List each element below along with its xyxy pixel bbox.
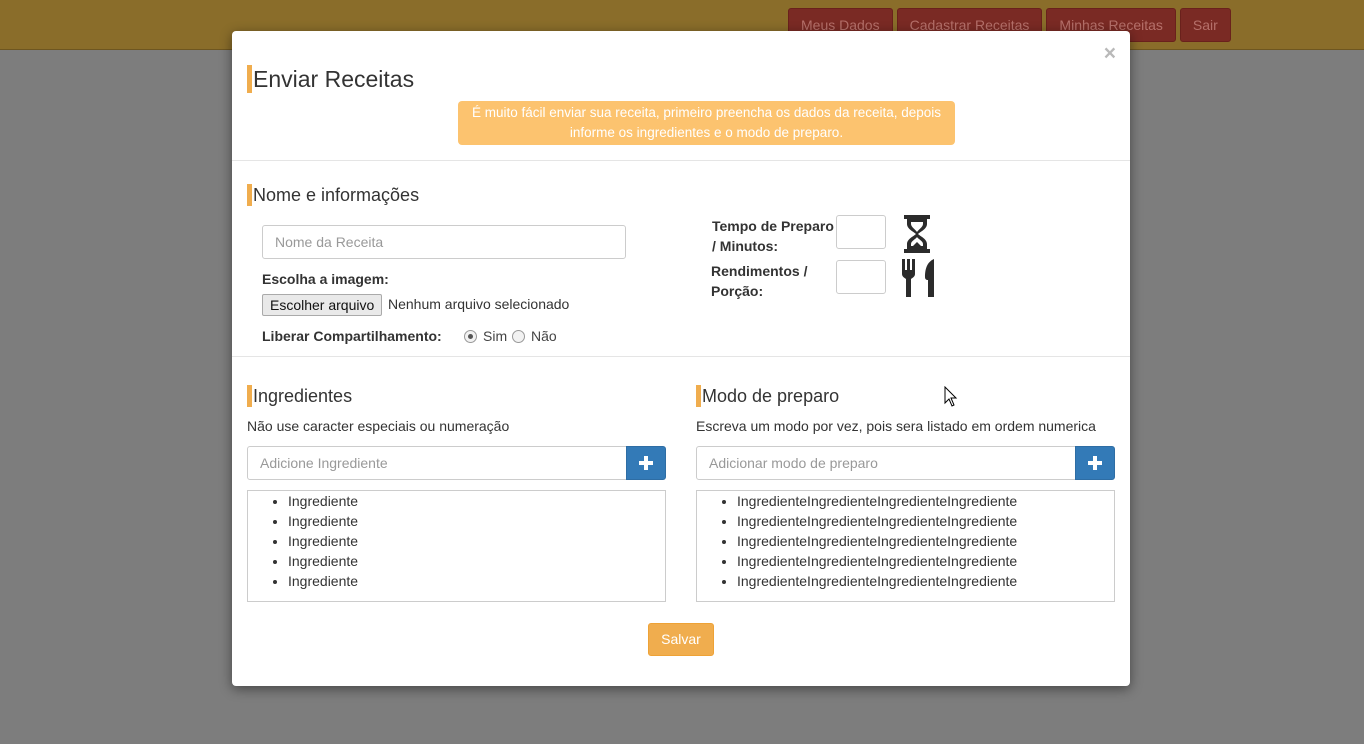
cutlery-icon [900,259,938,302]
plus-icon [1088,456,1102,470]
yield-input[interactable] [836,260,886,294]
ingredient-input[interactable]: Adicione Ingrediente [247,446,627,480]
list-item: Ingrediente [288,531,665,551]
divider [232,356,1130,357]
info-alert: É muito fácil enviar sua receita, primei… [458,101,955,145]
alert-line-1: É muito fácil enviar sua receita, primei… [472,105,941,120]
prep-time-input[interactable] [836,215,886,249]
yield-label: Rendimentos / Porção: [711,261,807,301]
choose-file-button[interactable]: Escolher arquivo [262,294,383,316]
section-heading-info: Nome e informações [247,184,419,206]
list-item: Ingrediente [288,511,665,531]
list-item: IngredienteIngredienteIngredienteIngredi… [737,571,1114,591]
share-label: Liberar Compartilhamento: [262,328,442,344]
preparation-list: IngredienteIngredienteIngredienteIngredi… [696,490,1115,602]
hourglass-icon [904,215,930,256]
list-item: Ingrediente [288,571,665,591]
save-button[interactable]: Salvar [648,623,714,656]
file-status: Nenhum arquivo selecionado [388,296,570,312]
recipe-name-input[interactable]: Nome da Receita [262,225,626,259]
preparation-hint: Escreva um modo por vez, pois sera lista… [696,418,1096,434]
section-heading-ingredients: Ingredientes [247,385,352,407]
list-item: IngredienteIngredienteIngredienteIngredi… [737,551,1114,571]
share-no-radio[interactable] [512,330,525,343]
prep-time-label-line-1: Tempo de Preparo [712,218,834,234]
add-ingredient-button[interactable] [626,446,666,480]
section-heading-preparation: Modo de preparo [696,385,839,407]
list-item: IngredienteIngredienteIngredienteIngredi… [737,491,1114,511]
add-preparation-button[interactable] [1075,446,1115,480]
list-item: Ingrediente [288,491,665,511]
share-yes-label: Sim [483,328,508,344]
modal-title: Enviar Receitas [247,65,414,93]
mouse-cursor-icon [944,385,958,411]
yield-label-line-1: Rendimentos / [711,263,808,279]
prep-time-label: Tempo de Preparo / Minutos: [712,216,834,256]
alert-line-2: informe os ingredientes e o modo de prep… [569,125,844,140]
list-item: IngredienteIngredienteIngredienteIngredi… [737,511,1114,531]
close-icon[interactable]: × [1104,43,1116,65]
share-no-label: Não [531,328,557,344]
list-item: Ingrediente [288,551,665,571]
prep-time-label-line-2: / Minutos: [712,238,779,254]
ingredient-list: Ingrediente Ingrediente Ingrediente Ingr… [247,490,666,602]
share-yes-radio[interactable] [464,330,477,343]
yield-label-line-2: Porção: [711,283,764,299]
list-item: IngredienteIngredienteIngredienteIngredi… [737,531,1114,551]
enviar-receitas-modal: × Enviar Receitas É muito fácil enviar s… [232,31,1130,686]
divider [232,160,1130,161]
ingredients-hint: Não use caracter especiais ou numeração [247,418,510,434]
preparation-input[interactable]: Adicionar modo de preparo [696,446,1076,480]
plus-icon [639,456,653,470]
image-label: Escolha a imagem: [262,271,389,287]
